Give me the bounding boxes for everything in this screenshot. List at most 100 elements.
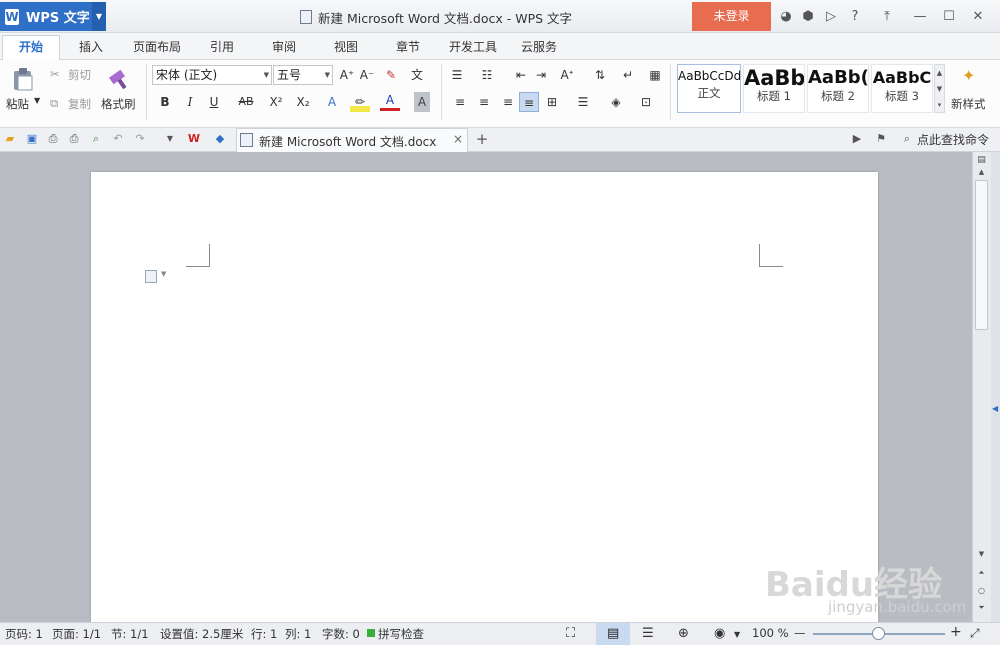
- text-effect-icon[interactable]: A: [322, 92, 342, 112]
- align-right-icon[interactable]: ≡: [498, 92, 518, 112]
- paint-bucket-icon[interactable]: ◈: [606, 92, 626, 112]
- browse-object-icon[interactable]: ○: [975, 586, 988, 598]
- font-color-icon[interactable]: A: [380, 92, 400, 111]
- tab-view[interactable]: 视图: [334, 37, 358, 60]
- cube-icon[interactable]: ◆: [212, 131, 228, 147]
- decrease-indent-icon[interactable]: ⇤: [511, 65, 531, 85]
- justify-icon[interactable]: ≡: [519, 92, 539, 112]
- scissors-icon[interactable]: ✂: [50, 67, 60, 81]
- style-heading-3[interactable]: AaBbC 标题 3: [871, 64, 933, 113]
- add-tab-button[interactable]: +: [474, 131, 490, 147]
- new-style-icon[interactable]: ✦: [962, 66, 984, 88]
- style-heading-2[interactable]: AaBb( 标题 2: [807, 64, 869, 113]
- help-icon[interactable]: ?: [846, 8, 864, 26]
- sort-icon[interactable]: ⇅: [590, 65, 610, 85]
- export-pdf-icon[interactable]: ⎙: [45, 131, 61, 147]
- expand-icon[interactable]: ⤢: [970, 626, 980, 641]
- share-icon[interactable]: ▷: [822, 8, 840, 26]
- chevron-down-icon[interactable]: ▼: [734, 630, 740, 639]
- align-center-icon[interactable]: ≡: [474, 92, 494, 112]
- video-icon[interactable]: ▶: [849, 131, 865, 147]
- page-view-button[interactable]: ▤: [596, 623, 630, 645]
- zoom-in-icon[interactable]: +: [950, 624, 962, 640]
- restore-ribbon-icon[interactable]: ⤒: [878, 8, 896, 26]
- italic-button[interactable]: I: [180, 92, 200, 112]
- status-row[interactable]: 行: 1: [251, 626, 277, 642]
- document-tab[interactable]: 新建 Microsoft Word 文档.docx ×: [236, 128, 468, 152]
- fullscreen-icon[interactable]: ⛶: [566, 626, 575, 641]
- tab-chapter[interactable]: 章节: [396, 37, 420, 60]
- chevron-down-icon[interactable]: ▼: [161, 270, 166, 278]
- command-search[interactable]: 点此查找命令: [917, 131, 989, 148]
- document-page[interactable]: ▼: [91, 172, 878, 627]
- minimize-icon[interactable]: —: [911, 8, 929, 26]
- wps-w-icon[interactable]: W: [186, 131, 202, 147]
- zoom-slider-knob[interactable]: [872, 627, 885, 640]
- clear-format-icon[interactable]: ✎: [381, 65, 401, 85]
- tab-developer[interactable]: 开发工具: [449, 37, 497, 60]
- zoom-level[interactable]: 100 %: [752, 626, 789, 640]
- side-panel-strip[interactable]: [991, 152, 1000, 622]
- status-column[interactable]: 列: 1: [285, 626, 311, 642]
- web-view-icon[interactable]: ⊕: [678, 626, 689, 641]
- reading-mode-icon[interactable]: ◉: [714, 626, 725, 641]
- tab-page-layout[interactable]: 页面布局: [133, 37, 181, 60]
- scroll-down-icon[interactable]: ▼: [975, 550, 988, 560]
- tab-references[interactable]: 引用: [210, 37, 234, 60]
- skin-icon[interactable]: ◕: [777, 8, 795, 26]
- show-marks-icon[interactable]: ↵: [618, 65, 638, 85]
- status-setting-value[interactable]: 设置值: 2.5厘米: [160, 626, 243, 642]
- numbered-list-icon[interactable]: ☷: [477, 65, 497, 85]
- grow-font-icon[interactable]: A⁺: [337, 65, 357, 85]
- search-icon[interactable]: ⌕: [899, 131, 915, 147]
- paste-options-icon[interactable]: [145, 270, 157, 283]
- style-normal[interactable]: AaBbCcDd 正文: [677, 64, 741, 113]
- bullet-list-icon[interactable]: ☰: [447, 65, 467, 85]
- tools-icon[interactable]: ⚑: [873, 131, 889, 147]
- format-painter-label[interactable]: 格式刷: [101, 96, 136, 112]
- spellcheck-toggle[interactable]: 拼写检查: [378, 626, 424, 642]
- tab-insert[interactable]: 插入: [79, 37, 103, 60]
- align-left-icon[interactable]: ≡: [450, 92, 470, 112]
- chevron-down-icon[interactable]: ▼: [34, 96, 40, 105]
- status-pages[interactable]: 页面: 1/1: [52, 626, 101, 642]
- paste-button[interactable]: [10, 66, 36, 92]
- scroll-thumb[interactable]: [975, 180, 988, 330]
- close-icon[interactable]: ✕: [969, 8, 987, 26]
- print-preview-icon[interactable]: ⌕: [88, 131, 104, 147]
- cut-label[interactable]: 剪切: [68, 67, 91, 83]
- maximize-icon[interactable]: ☐: [940, 8, 958, 26]
- format-painter-button[interactable]: [106, 65, 132, 91]
- new-style-label[interactable]: 新样式: [951, 96, 991, 112]
- status-page-number[interactable]: 页码: 1: [5, 626, 43, 642]
- shrink-font-icon[interactable]: A⁻: [357, 65, 377, 85]
- next-page-icon[interactable]: ⏷: [975, 603, 988, 615]
- table-grid-icon[interactable]: ▦: [645, 65, 665, 85]
- tab-cloud-service[interactable]: 云服务: [521, 37, 557, 60]
- open-folder-icon[interactable]: ▰: [2, 131, 18, 147]
- settings-icon[interactable]: ⬢: [799, 8, 817, 26]
- zoom-out-icon[interactable]: —: [794, 626, 806, 640]
- change-case-icon[interactable]: Aᐩ: [557, 65, 577, 85]
- split-view-icon[interactable]: ▤: [975, 155, 988, 167]
- scroll-up-icon[interactable]: ▲: [975, 168, 988, 178]
- font-size-select[interactable]: 五号 ▼: [273, 65, 333, 85]
- outline-view-icon[interactable]: ☰: [642, 626, 654, 641]
- print-icon[interactable]: ⎙: [66, 131, 82, 147]
- chevron-down-icon[interactable]: ▼: [162, 131, 178, 147]
- save-icon[interactable]: ▣: [24, 131, 40, 147]
- style-heading-1[interactable]: AaBb 标题 1: [743, 64, 805, 113]
- strikethrough-button[interactable]: AB: [235, 92, 257, 112]
- border-icon[interactable]: ⊡: [636, 92, 656, 112]
- prev-page-icon[interactable]: ⏶: [975, 568, 988, 580]
- close-icon[interactable]: ×: [453, 132, 463, 146]
- bold-button[interactable]: B: [155, 92, 175, 112]
- tab-home[interactable]: 开始: [2, 35, 60, 60]
- tab-review[interactable]: 审阅: [272, 37, 296, 60]
- highlight-icon[interactable]: ✏: [350, 92, 370, 112]
- char-shading-icon[interactable]: A: [414, 92, 430, 112]
- superscript-button[interactable]: X²: [266, 92, 286, 112]
- paste-label[interactable]: 粘贴: [6, 96, 29, 112]
- app-menu-button[interactable]: W WPS 文字 ▼: [0, 2, 106, 31]
- increase-indent-icon[interactable]: ⇥: [531, 65, 551, 85]
